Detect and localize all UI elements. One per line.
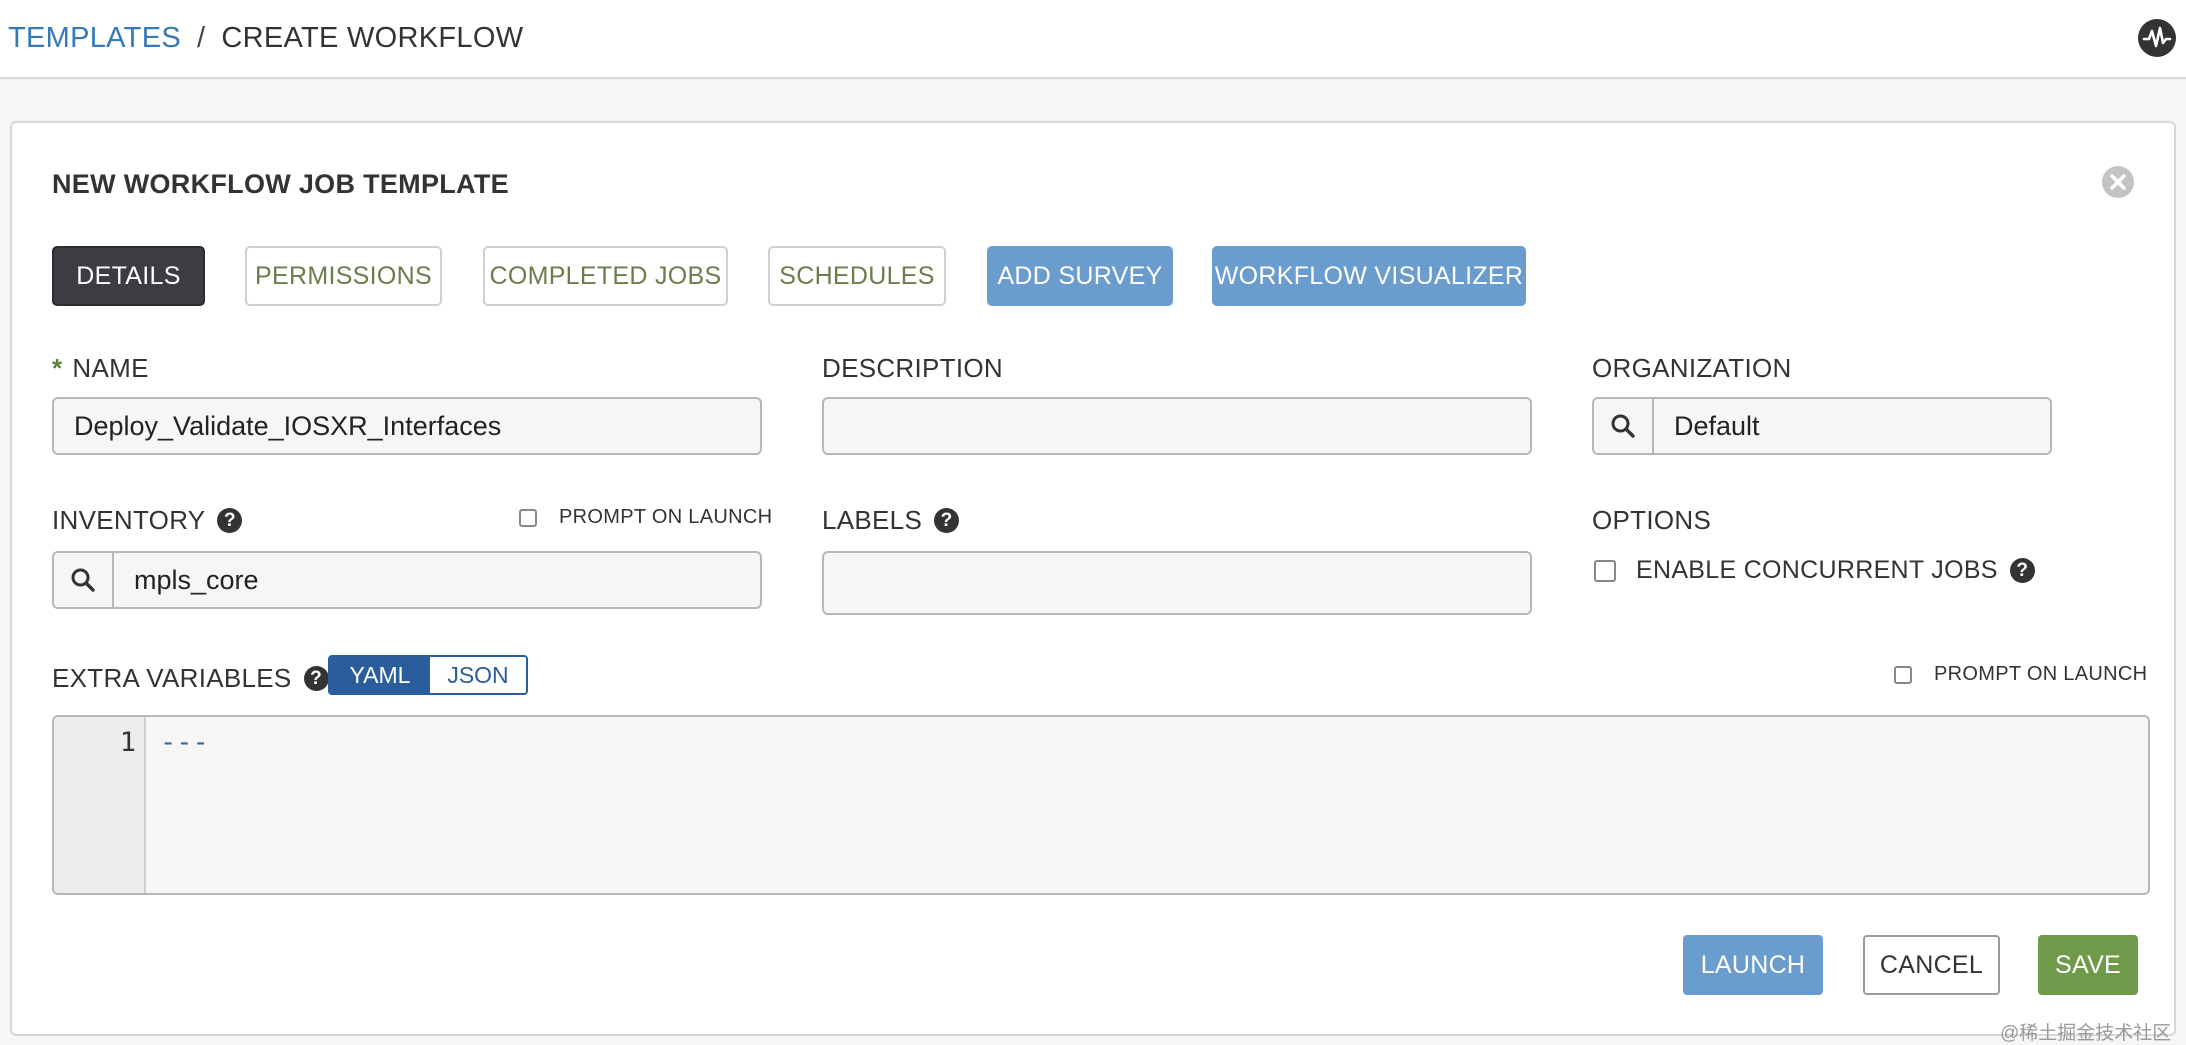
search-icon[interactable] <box>54 553 114 607</box>
description-label: DESCRIPTION <box>822 353 1003 383</box>
extra-variables-label: EXTRA VARIABLES ? <box>52 663 329 694</box>
format-toggle: YAML JSON <box>328 655 528 695</box>
save-button[interactable]: SAVE <box>2038 935 2138 995</box>
name-input[interactable]: Deploy_Validate_IOSXR_Interfaces <box>52 397 762 455</box>
breadcrumb: TEMPLATES / CREATE WORKFLOW <box>8 22 523 55</box>
top-bar: TEMPLATES / CREATE WORKFLOW <box>0 0 2186 79</box>
editor-gutter: 1 <box>54 717 146 893</box>
required-mark: * <box>52 353 63 383</box>
tab-completed-jobs[interactable]: COMPLETED JOBS <box>483 246 728 306</box>
line-number: 1 <box>119 727 136 758</box>
concurrent-jobs-help-icon[interactable]: ? <box>2009 558 2035 583</box>
name-label: * NAME <box>52 353 149 383</box>
labels-label: LABELS ? <box>822 505 960 536</box>
enable-concurrent-jobs[interactable]: ENABLE CONCURRENT JOBS ? <box>1594 556 2035 585</box>
yaml-toggle-button[interactable]: YAML <box>330 657 430 693</box>
name-input-value: Deploy_Validate_IOSXR_Interfaces <box>74 410 502 441</box>
extra-vars-prompt-checkbox[interactable] <box>1894 665 1912 684</box>
labels-input[interactable] <box>822 551 1532 615</box>
organization-value: Default <box>1674 410 1760 441</box>
launch-button[interactable]: LAUNCH <box>1683 935 1823 995</box>
options-label: OPTIONS <box>1592 505 1712 535</box>
watermark: @稀土掘金技术社区 <box>2000 1023 2172 1044</box>
description-input[interactable] <box>822 397 1532 455</box>
panel-title: NEW WORKFLOW JOB TEMPLATE <box>52 169 509 199</box>
inventory-help-icon[interactable]: ? <box>217 508 243 533</box>
breadcrumb-current: CREATE WORKFLOW <box>221 22 524 54</box>
breadcrumb-separator: / <box>196 22 206 54</box>
tab-details[interactable]: DETAILS <box>52 246 205 306</box>
breadcrumb-templates-link[interactable]: TEMPLATES <box>8 22 181 54</box>
inventory-label: INVENTORY ? <box>52 505 243 536</box>
extra-variables-help-icon[interactable]: ? <box>303 666 329 691</box>
inventory-lookup[interactable]: mpls_core <box>52 551 762 609</box>
extra-vars-prompt-on-launch[interactable]: PROMPT ON LAUNCH <box>1894 663 2147 686</box>
workflow-visualizer-button[interactable]: WORKFLOW VISUALIZER <box>1212 246 1526 306</box>
activity-pulse-icon[interactable] <box>2138 19 2176 57</box>
extra-variables-editor[interactable]: 1 --- <box>52 715 2150 895</box>
inventory-prompt-checkbox[interactable] <box>519 508 537 527</box>
organization-label: ORGANIZATION <box>1592 353 1792 383</box>
inventory-prompt-on-launch[interactable]: PROMPT ON LAUNCH <box>519 506 772 529</box>
add-survey-button[interactable]: ADD SURVEY <box>987 246 1173 306</box>
editor-code[interactable]: --- <box>160 727 209 758</box>
inventory-value: mpls_core <box>134 564 259 595</box>
workflow-template-panel: NEW WORKFLOW JOB TEMPLATE DETAILS PERMIS… <box>10 121 2176 1036</box>
tab-schedules[interactable]: SCHEDULES <box>768 246 946 306</box>
labels-help-icon[interactable]: ? <box>934 508 960 533</box>
close-icon[interactable] <box>2101 165 2135 199</box>
tab-permissions[interactable]: PERMISSIONS <box>245 246 442 306</box>
cancel-button[interactable]: CANCEL <box>1863 935 2000 995</box>
json-toggle-button[interactable]: JSON <box>430 657 526 693</box>
enable-concurrent-jobs-checkbox[interactable] <box>1594 559 1616 582</box>
search-icon[interactable] <box>1594 399 1654 453</box>
organization-lookup[interactable]: Default <box>1592 397 2052 455</box>
